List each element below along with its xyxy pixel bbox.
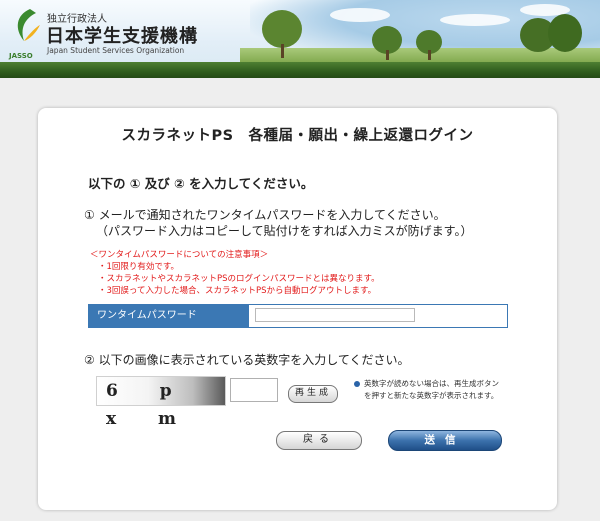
step1-label: ① メールで通知されたワンタイムパスワードを入力してください。 xyxy=(84,208,446,222)
step1-hint: （パスワード入力はコピーして貼付けをすれば入力ミスが防げます。） xyxy=(96,224,473,238)
note-item: ・3回誤って入力した場合、スカラネットPSから自動ログアウトします。 xyxy=(98,286,377,296)
cloud xyxy=(330,8,390,22)
back-button[interactable]: 戻る xyxy=(276,431,362,450)
jasso-logo-icon xyxy=(17,9,40,41)
password-label: ワンタイムパスワード xyxy=(89,305,249,327)
captcha-image: 6 p x m xyxy=(96,376,226,429)
notes-block: ＜ワンタイムパスワードについての注意事項＞ ・1回限り有効です。 ・スカラネット… xyxy=(90,249,380,297)
captcha-input[interactable] xyxy=(230,378,278,402)
onetime-password-input[interactable] xyxy=(255,308,415,322)
bullet-icon xyxy=(354,381,360,387)
notes-title: ＜ワンタイムパスワードについての注意事項＞ xyxy=(90,250,269,260)
header-green-bar xyxy=(0,62,600,78)
regenerate-note: 英数字が読めない場合は、再生成ボタン を押すと新たな英数字が表示されます。 xyxy=(354,378,499,402)
tree xyxy=(548,14,582,52)
regenerate-note-line: 英数字が読めない場合は、再生成ボタン xyxy=(364,379,499,388)
submit-button[interactable]: 送信 xyxy=(388,430,502,451)
login-card: スカラネットPS 各種届・願出・繰上返還ログイン 以下の ① 及び ② を入力し… xyxy=(38,108,557,510)
tree-trunk xyxy=(386,50,389,60)
page-title: スカラネットPS 各種届・願出・繰上返還ログイン xyxy=(121,128,474,144)
note-item: ・スカラネットやスカラネットPSのログインパスワードとは異なります。 xyxy=(98,274,380,284)
tree-trunk xyxy=(281,44,284,58)
tree-trunk xyxy=(428,50,431,60)
tree xyxy=(262,10,302,48)
password-row: ワンタイムパスワード xyxy=(88,304,508,328)
regenerate-button[interactable]: 再生成 xyxy=(288,385,338,403)
note-item: ・1回限り有効です。 xyxy=(98,262,180,272)
step2-label: ② 以下の画像に表示されている英数字を入力してください。 xyxy=(84,353,410,367)
cloud xyxy=(440,14,510,26)
instruction-text: 以下の ① 及び ② を入力してください。 xyxy=(88,176,314,191)
org-name-en: Japan Student Services Organization xyxy=(47,46,185,55)
org-name: 日本学生支援機構 xyxy=(46,26,198,47)
site-header: JASSO 独立行政法人 日本学生支援機構 Japan Student Serv… xyxy=(0,0,600,78)
logo-text: JASSO xyxy=(9,52,33,60)
regenerate-note-line: を押すと新たな英数字が表示されます。 xyxy=(364,391,499,400)
